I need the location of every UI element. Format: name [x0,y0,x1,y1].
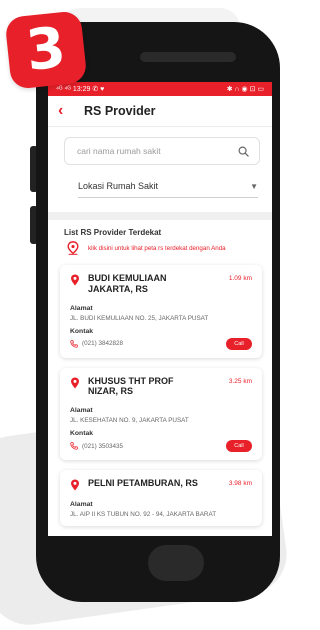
page-title: RS Provider [84,104,156,118]
hospital-address: JL. KESEHATAN NO. 9, JAKARTA PUSAT [70,417,189,425]
hospital-name: PELNI PETAMBURAN, RS [88,478,198,489]
step-number-badge: 3 [4,10,88,90]
location-pin-icon [71,274,79,286]
nearby-map-link-text[interactable]: klik disini untuk lihat peta rs terdekat… [88,245,226,252]
search-icon[interactable] [238,146,249,157]
app-bar: ‹ RS Provider [48,96,272,127]
hospital-card[interactable]: KHUSUS THT PROF NIZAR, RS 3.25 km Alamat… [60,367,262,461]
hospital-card[interactable]: BUDI KEMULIAAN JAKARTA, RS 1.09 km Alama… [60,265,262,358]
phone-icon [70,442,78,450]
search-input[interactable] [75,145,238,157]
phone-home-button [148,545,204,581]
hospital-phone: (021) 3842828 [82,340,123,348]
search-box [64,137,260,165]
contact-label: Kontak [70,327,94,335]
hospital-distance: 3.98 km [228,480,252,488]
location-pin-icon [71,479,79,491]
address-label: Alamat [70,304,93,312]
phone-speaker [140,52,236,62]
contact-label: Kontak [70,430,94,438]
phone-icon [70,339,78,348]
status-bar-left: ⁴ᴳ ⁴ᴳ 13:29 ✆ ♥ [56,86,105,93]
location-dropdown-value: Lokasi Rumah Sakit [78,181,159,191]
chevron-left-icon[interactable]: ‹ [58,103,76,119]
hospital-phone: (021) 3503435 [82,442,123,450]
call-button[interactable]: Call [226,337,252,350]
hospital-card[interactable]: PELNI PETAMBURAN, RS 3.98 km Alamat JL. … [60,470,262,527]
section-divider [48,212,272,220]
hospital-distance: 1.09 km [228,275,252,282]
hospital-address: JL. AIP II KS TUBUN NO. 92 - 94, JAKARTA… [70,511,217,519]
hospital-distance: 3.25 km [228,377,252,385]
location-dropdown[interactable]: Lokasi Rumah Sakit ▼ [78,177,258,198]
caret-down-icon: ▼ [250,181,258,191]
map-pin-icon [67,241,79,255]
call-button[interactable]: Call [226,440,252,453]
address-label: Alamat [70,407,93,415]
hospital-address: JL. BUDI KEMULIAAN NO. 25, JAKARTA PUSAT [70,314,209,322]
address-label: Alamat [70,501,93,509]
status-bar-right: ✱ ∩ ◉ ⊡ ▭ [226,86,264,93]
app-screen: ⁴ᴳ ⁴ᴳ 13:29 ✆ ♥ ✱ ∩ ◉ ⊡ ▭ ‹ RS Provider … [48,82,272,536]
list-title: List RS Provider Terdekat [64,228,162,237]
location-pin-icon [71,377,79,389]
hospital-name: BUDI KEMULIAAN JAKARTA, RS [88,273,167,294]
hospital-name: KHUSUS THT PROF NIZAR, RS [88,375,174,397]
nearby-map-link[interactable]: klik disini untuk lihat peta rs terdekat… [66,241,272,255]
status-bar: ⁴ᴳ ⁴ᴳ 13:29 ✆ ♥ ✱ ∩ ◉ ⊡ ▭ [48,82,272,96]
